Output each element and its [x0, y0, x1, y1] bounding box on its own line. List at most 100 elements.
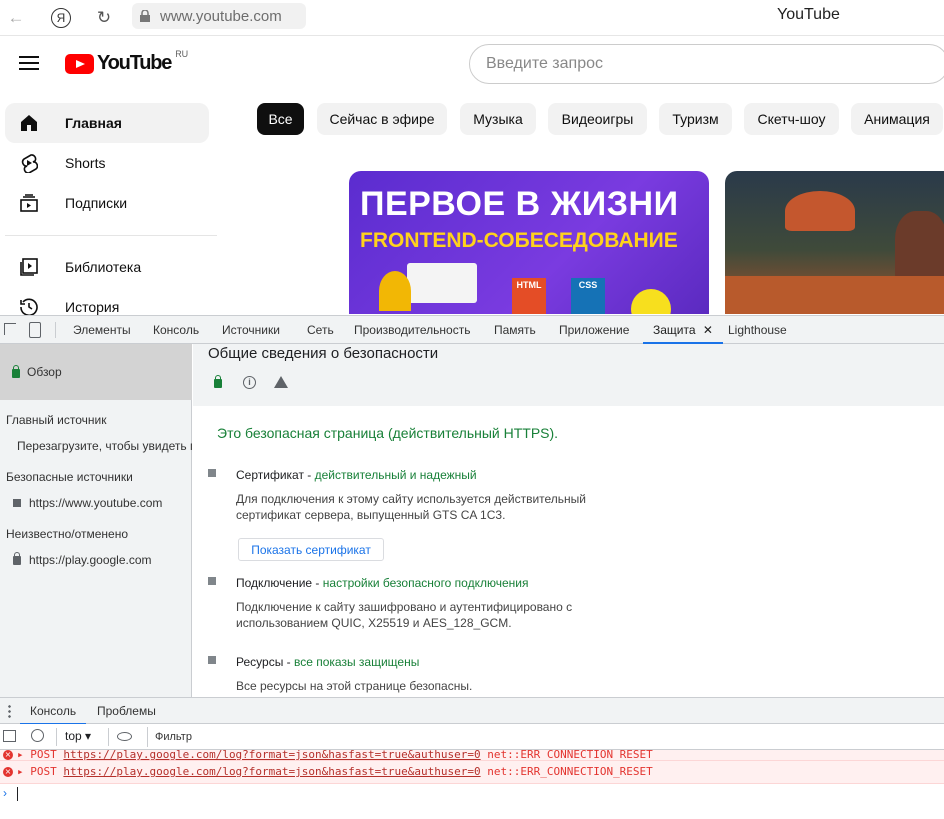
console-input[interactable]	[17, 787, 18, 801]
tab-application[interactable]: Приложение	[559, 316, 629, 344]
toolbar-divider	[56, 728, 57, 746]
chip-music[interactable]: Музыка	[460, 103, 536, 135]
toolbar-divider	[55, 322, 56, 338]
search-placeholder: Введите запрос	[486, 55, 603, 72]
library-icon	[19, 257, 39, 277]
error-icon: ×	[3, 767, 13, 777]
logo-region: RU	[175, 48, 189, 59]
tab-performance[interactable]: Производительность	[354, 316, 470, 344]
console-filter-input[interactable]: Фильтр	[147, 727, 944, 747]
security-sidebar: Обзор Главный источник Перезагрузите, чт…	[0, 344, 192, 697]
origin-square-icon	[13, 499, 21, 507]
thumbnail-title: ПЕРВОЕ В ЖИЗНИ	[360, 185, 679, 223]
sidebar-divider	[5, 235, 217, 236]
menu-icon[interactable]	[19, 56, 39, 70]
drawer-tab-console[interactable]: Консоль	[20, 698, 87, 725]
connection-heading: Подключение - настройки безопасного подк…	[236, 576, 529, 590]
page-title: YouTube	[777, 6, 840, 23]
logo-text: YouTube	[97, 52, 172, 74]
info-icon: i	[243, 376, 256, 389]
chip-all[interactable]: Все	[257, 103, 304, 135]
search-input[interactable]: Введите запрос	[469, 44, 944, 84]
unknown-heading: Неизвестно/отменено	[6, 527, 129, 541]
lock-icon	[140, 10, 150, 22]
sidebar-toggle-icon[interactable]	[3, 730, 16, 742]
youtube-logo[interactable]: YouTube RU	[65, 48, 189, 75]
bullet-square	[208, 469, 216, 477]
security-summary: Это безопасная страница (действительный …	[217, 425, 559, 441]
chip-videogames[interactable]: Видеоигры	[548, 103, 647, 135]
warning-icon	[274, 376, 288, 388]
sidebar-item-shorts[interactable]: Shorts	[5, 143, 209, 183]
sidebar-item-label: Главная	[65, 115, 122, 131]
devtools-tabbar: Элементы Консоль Источники Сеть Производ…	[0, 316, 944, 344]
secure-origin-item[interactable]: https://www.youtube.com	[13, 496, 162, 510]
video-thumbnail-lofi[interactable]	[725, 171, 944, 314]
character-illustration	[379, 271, 411, 311]
sidebar-item-label: История	[65, 299, 120, 315]
close-tab-icon[interactable]: ✕	[703, 323, 713, 337]
view-certificate-button[interactable]: Показать сертификат	[238, 538, 384, 561]
tab-memory[interactable]: Память	[494, 316, 536, 344]
browser-toolbar: ← Я ↻ www.youtube.com YouTube	[0, 0, 944, 36]
error-icon: ×	[3, 750, 13, 760]
sidebar-item-label: Библиотека	[65, 259, 142, 275]
desk-illustration	[725, 276, 944, 314]
youtube-header: YouTube RU Введите запрос	[0, 36, 944, 94]
secure-origins-heading: Безопасные источники	[6, 470, 133, 484]
reload-icon[interactable]: ↻	[92, 6, 116, 30]
devtools-panel: Элементы Консоль Источники Сеть Производ…	[0, 315, 944, 819]
sidebar-item-label: Shorts	[65, 155, 106, 171]
chip-sketch[interactable]: Скетч-шоу	[744, 103, 839, 135]
clear-console-icon[interactable]	[31, 729, 44, 742]
unknown-origin-url: https://play.google.com	[29, 553, 152, 567]
lock-icon	[12, 364, 20, 378]
sidebar-item-label: Подписки	[65, 195, 128, 211]
tab-security[interactable]: Защита ✕	[643, 316, 723, 344]
security-overview-item[interactable]: Обзор	[0, 344, 192, 400]
tab-console[interactable]: Консоль	[153, 316, 199, 344]
secure-lock-icon	[214, 375, 222, 388]
sidebar-item-library[interactable]: Библиотека	[5, 247, 209, 287]
more-options-icon[interactable]	[8, 704, 11, 718]
console-prompt-icon: ›	[3, 786, 7, 800]
chip-travel[interactable]: Туризм	[659, 103, 732, 135]
sidebar-item-home[interactable]: Главная	[5, 103, 209, 143]
drawer-tab-issues[interactable]: Проблемы	[97, 698, 156, 725]
back-arrow-icon[interactable]: ←	[4, 6, 28, 30]
chip-animation[interactable]: Анимация	[851, 103, 943, 135]
url-text: www.youtube.com	[160, 7, 282, 25]
yandex-icon[interactable]: Я	[49, 6, 73, 30]
security-header: Общие сведения о безопасности i	[193, 344, 944, 406]
certificate-description: Для подключения к этому сайту использует…	[236, 492, 586, 522]
address-bar[interactable]: www.youtube.com	[132, 3, 306, 29]
tab-lighthouse[interactable]: Lighthouse	[728, 316, 787, 344]
sidebar-item-subscriptions[interactable]: Подписки	[5, 183, 209, 223]
context-select[interactable]: top ▾	[65, 729, 91, 743]
tab-network[interactable]: Сеть	[307, 316, 334, 344]
chip-live[interactable]: Сейчас в эфире	[317, 103, 447, 135]
tab-elements[interactable]: Элементы	[73, 316, 131, 344]
inspect-element-icon[interactable]	[4, 323, 16, 335]
toolbar-divider	[108, 728, 109, 746]
subscriptions-icon	[19, 193, 39, 213]
thumbnail-subtitle: FRONTEND-СОБЕСЕДОВАНИЕ	[360, 229, 678, 252]
tab-sources[interactable]: Источники	[222, 316, 280, 344]
resources-heading: Ресурсы - все показы защищены	[236, 655, 420, 669]
lock-icon	[13, 552, 21, 565]
live-expression-eye-icon[interactable]	[117, 732, 132, 741]
code-window-illustration	[407, 263, 477, 303]
unknown-origin-item[interactable]: https://play.google.com	[13, 552, 152, 567]
console-error-row[interactable]: × ▸ POST https://play.google.com/log?form…	[0, 761, 944, 784]
reload-hint: Перезагрузите, чтобы увидеть г	[17, 439, 192, 453]
console-toolbar: top ▾ Фильтр	[0, 724, 944, 750]
resources-description: Все ресурсы на этой странице безопасны.	[236, 679, 473, 693]
css3-logo: CSS	[571, 278, 605, 314]
security-title: Общие сведения о безопасности	[208, 345, 439, 362]
drawer-tabbar: Консоль Проблемы	[0, 697, 944, 725]
device-toolbar-icon[interactable]	[29, 322, 41, 338]
console-error-row[interactable]: × ▸ POST https://play.google.com/log?form…	[0, 750, 944, 761]
video-thumbnail[interactable]: ПЕРВОЕ В ЖИЗНИ FRONTEND-СОБЕСЕДОВАНИЕ HT…	[349, 171, 709, 314]
html5-logo: HTML	[512, 278, 546, 314]
bullet-square	[208, 577, 216, 585]
